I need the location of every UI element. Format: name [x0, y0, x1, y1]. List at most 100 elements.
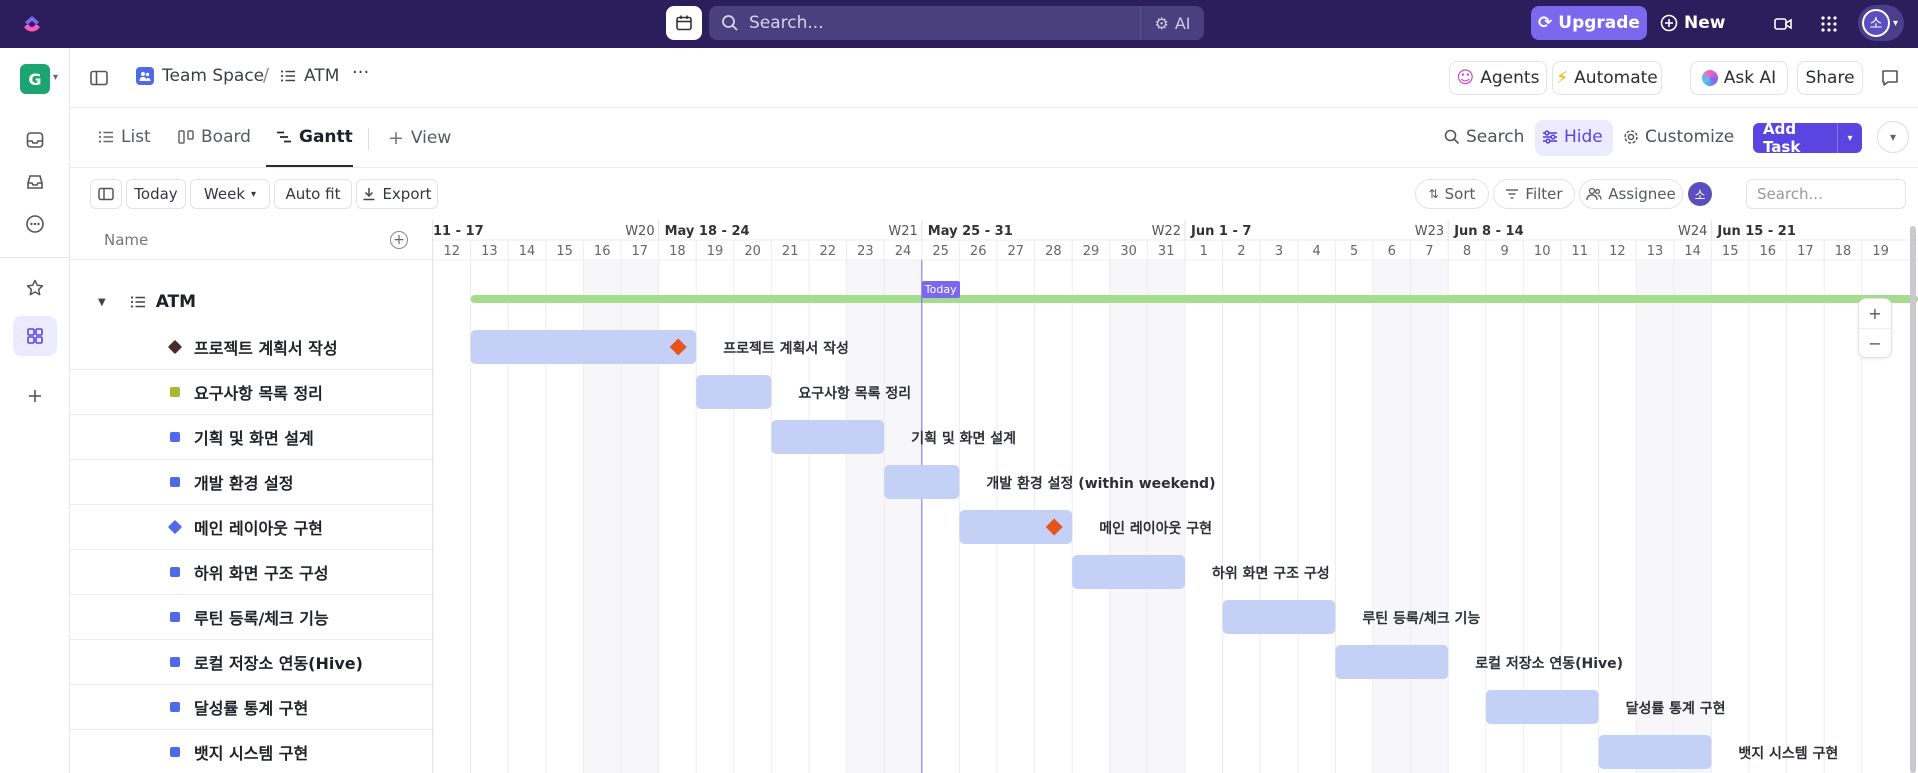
task-bar-label: 달성률 통계 구현: [1625, 701, 1726, 717]
task-row[interactable]: 프로젝트 계획서 작성: [70, 325, 433, 370]
more-options-icon[interactable]: ···: [352, 62, 369, 83]
ai-brain-icon: [1701, 70, 1718, 86]
gantt-search-input[interactable]: Search...: [1746, 179, 1906, 209]
lightning-icon: ⚡: [1556, 68, 1569, 88]
search-tasks-label: Search: [1466, 127, 1525, 147]
collapse-header-button[interactable]: ▾: [1877, 121, 1909, 153]
task-row[interactable]: 기획 및 화면 설계: [70, 415, 433, 460]
breadcrumb-space[interactable]: Team Space: [136, 66, 264, 86]
add-task-button[interactable]: Add Task ▾: [1753, 120, 1862, 156]
task-row[interactable]: 하위 화면 구조 구성: [70, 550, 433, 595]
task-row[interactable]: 루틴 등록/체크 기능: [70, 595, 433, 640]
task-row[interactable]: 달성률 통계 구현: [70, 685, 433, 730]
assignee-avatar[interactable]: 소: [1688, 182, 1712, 206]
comment-icon[interactable]: [1878, 66, 1902, 90]
status-square-icon: [170, 747, 180, 757]
plus-icon: +: [388, 127, 404, 149]
task-row[interactable]: 뱃지 시스템 구현: [70, 730, 433, 773]
week-number-label: W23: [1415, 224, 1444, 239]
zoom-out-button[interactable]: −: [1859, 328, 1891, 357]
task-row[interactable]: 메인 레이아웃 구현: [70, 505, 433, 550]
star-icon[interactable]: [23, 276, 47, 300]
agents-label: Agents: [1480, 68, 1540, 88]
task-bar-label: 루틴 등록/체크 기능: [1362, 611, 1481, 627]
automate-button[interactable]: ⚡ Automate: [1552, 61, 1662, 95]
auto-fit-button[interactable]: Auto fit: [274, 179, 352, 209]
calendar-button[interactable]: [666, 6, 702, 40]
task-bar[interactable]: [1072, 555, 1185, 589]
task-bar[interactable]: [771, 420, 885, 454]
user-avatar: 소: [1862, 9, 1890, 37]
sidebar-toggle-icon[interactable]: [87, 66, 111, 90]
group-row-atm[interactable]: ▼ ATM: [70, 282, 433, 322]
workspace-avatar[interactable]: G: [20, 64, 50, 94]
sort-button[interactable]: ⇅ Sort: [1415, 179, 1489, 209]
scale-select[interactable]: Week ▾: [190, 179, 270, 209]
task-bar[interactable]: [1598, 735, 1712, 769]
assignee-button[interactable]: Assignee: [1579, 179, 1683, 209]
inbox-icon[interactable]: [23, 170, 47, 194]
milestone-marker-icon: [167, 339, 183, 355]
user-avatar-menu[interactable]: 소 ▾: [1858, 5, 1904, 41]
task-bar[interactable]: [884, 465, 960, 499]
tab-board-label: Board: [201, 127, 251, 147]
search-icon: [1444, 129, 1460, 145]
task-name: 프로젝트 계획서 작성: [194, 339, 338, 358]
share-button[interactable]: Share: [1797, 61, 1863, 95]
apps-grid-icon[interactable]: [1817, 12, 1841, 36]
task-name: 달성률 통계 구현: [194, 699, 309, 718]
add-column-icon[interactable]: +: [390, 231, 408, 249]
hide-button[interactable]: Hide: [1542, 127, 1603, 147]
today-button[interactable]: Today: [126, 179, 186, 209]
task-bar[interactable]: [696, 375, 772, 409]
task-bar[interactable]: [1222, 600, 1336, 634]
export-button[interactable]: Export: [356, 179, 438, 209]
task-row[interactable]: 요구사항 목록 정리: [70, 370, 433, 415]
more-circle-icon[interactable]: [23, 212, 47, 236]
week-number-label: W20: [625, 224, 654, 239]
global-search-input[interactable]: Search... ⚙ AI: [709, 6, 1204, 40]
chevron-down-icon[interactable]: ▾: [1837, 123, 1862, 153]
task-bar[interactable]: [1335, 645, 1449, 679]
gear-icon: [1624, 130, 1638, 144]
ask-ai-button[interactable]: Ask AI: [1690, 61, 1788, 95]
search-tasks-button[interactable]: Search: [1444, 127, 1524, 147]
task-bar[interactable]: [470, 330, 697, 364]
vertical-scrollbar[interactable]: [1910, 226, 1916, 773]
task-bar-label: 요구사항 목록 정리: [798, 386, 912, 402]
task-name: 요구사항 목록 정리: [194, 384, 323, 403]
customize-button[interactable]: Customize: [1623, 127, 1734, 147]
upgrade-button[interactable]: ⟳ Upgrade: [1531, 6, 1647, 40]
add-icon[interactable]: [23, 384, 47, 408]
record-video-icon[interactable]: [1771, 12, 1795, 36]
tab-list[interactable]: List: [98, 127, 151, 147]
week-range-label: May 18 - 24: [665, 224, 750, 239]
breadcrumb-list[interactable]: ATM: [280, 66, 339, 86]
breadcrumb-space-label: Team Space: [162, 66, 265, 86]
day-tick-label: 11: [1572, 244, 1589, 259]
new-button[interactable]: New: [1660, 6, 1725, 40]
weekend-column: [1410, 260, 1449, 773]
collapse-caret-icon[interactable]: ▼: [98, 297, 106, 308]
task-name: 로컬 저장소 연동(Hive): [194, 654, 363, 673]
filter-button[interactable]: Filter: [1493, 179, 1575, 209]
tab-gantt[interactable]: Gantt: [276, 127, 353, 147]
ai-button[interactable]: ⚙ AI: [1140, 6, 1204, 40]
upgrade-label: Upgrade: [1558, 13, 1640, 33]
task-row[interactable]: 로컬 저장소 연동(Hive): [70, 640, 433, 685]
chevron-down-icon[interactable]: ▾: [53, 72, 58, 83]
tab-board[interactable]: Board: [178, 127, 251, 147]
toggle-task-panel-button[interactable]: [90, 179, 122, 209]
clickup-logo-icon[interactable]: [20, 12, 44, 36]
add-view-button[interactable]: + View: [388, 127, 451, 149]
spaces-grid-icon[interactable]: [23, 324, 47, 348]
agents-button[interactable]: ☺ Agents: [1449, 61, 1547, 95]
zoom-in-button[interactable]: +: [1859, 299, 1891, 328]
weekend-column: [1673, 260, 1712, 773]
day-tick-label: 9: [1500, 244, 1508, 259]
task-row[interactable]: 개발 환경 설정: [70, 460, 433, 505]
chevron-down-icon: ▾: [1893, 17, 1899, 29]
day-tick-label: 3: [1275, 244, 1283, 259]
home-icon[interactable]: [23, 128, 47, 152]
task-bar[interactable]: [1485, 690, 1599, 724]
